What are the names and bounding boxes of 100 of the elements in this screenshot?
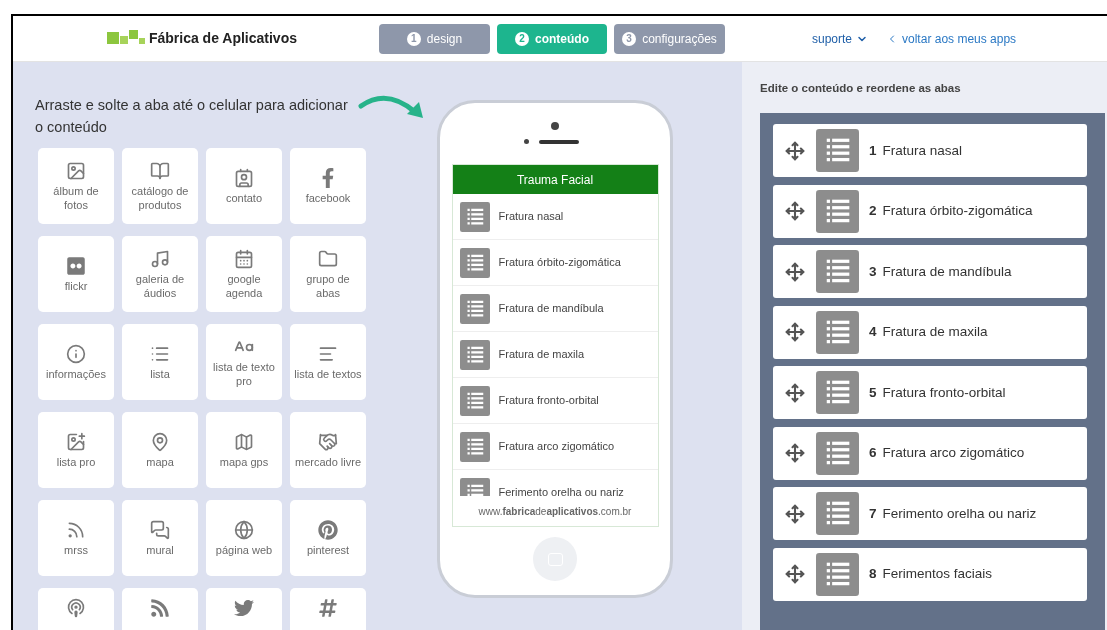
list-icon [459, 339, 490, 370]
podcast-icon [66, 598, 86, 618]
drag-handle-icon[interactable] [785, 382, 805, 403]
drag-handle-icon[interactable] [785, 261, 805, 282]
tab-number: 3 [869, 262, 877, 281]
tab-type-tile[interactable]: mapa gps [206, 412, 282, 488]
list-icon [459, 293, 490, 324]
drag-handle-icon[interactable] [785, 503, 805, 524]
tab-type-tile[interactable]: lista de texto pro [206, 324, 282, 400]
support-dropdown[interactable]: suporte [812, 29, 869, 48]
editor-title: Edite o conteúdo e reordene as abas [760, 81, 962, 96]
tab-title: Fratura de mandíbula [882, 262, 1012, 281]
tab-type-tile[interactable]: catálogo de produtos [122, 148, 198, 224]
tab-row[interactable]: 6 Fratura arco zigomático [773, 426, 1087, 480]
handshake-icon [318, 431, 338, 452]
tab-row[interactable]: 4 Fratura de maxila [773, 305, 1087, 359]
list-icon [816, 129, 859, 173]
tab-type-tile[interactable]: flickr [38, 236, 114, 312]
map-icon [234, 431, 254, 452]
map-pin-icon [150, 431, 170, 452]
tab-type-tile[interactable]: lista [122, 324, 198, 400]
screen-list-item[interactable]: Fratura nasal [452, 194, 658, 240]
list-icon [816, 371, 859, 415]
speaker-slot [538, 139, 579, 144]
list-icon [459, 431, 490, 462]
screen-list-item[interactable]: Fratura fronto-orbital [452, 378, 658, 424]
instructions-text: Arraste e solte a aba até o celular para adicionar o conteúdo [35, 96, 349, 137]
tab-type-tile[interactable]: pinterest [290, 500, 366, 576]
flickr-icon [66, 255, 86, 276]
tab-title: Fratura fronto-orbital [882, 383, 1006, 402]
tab-title: Ferimento orelha ou nariz [882, 504, 1037, 523]
tab-type-tile[interactable]: google agenda [206, 236, 282, 312]
tab-type-tile[interactable]: lista pro [38, 412, 114, 488]
hashtag-icon [318, 598, 338, 618]
list-icon [459, 247, 490, 278]
tab-number: 7 [869, 504, 877, 523]
tab-title: Fratura de maxila [882, 323, 988, 342]
footer-url: www.fabricadeaplicativos.com.br [477, 504, 633, 519]
tab-number: 8 [869, 565, 877, 584]
list-icon [459, 385, 490, 416]
screen-list-item[interactable]: Fratura arco zigomático [452, 424, 658, 470]
tab-row[interactable]: 5 Fratura fronto-orbital [773, 366, 1087, 420]
screen-list-item[interactable]: Fratura de maxila [452, 332, 658, 378]
calendar-icon [234, 248, 254, 269]
list-icon [816, 552, 859, 596]
tab-title: Fratura arco zigomático [882, 444, 1025, 463]
tab-number: 5 [869, 383, 877, 402]
tab-type-tile[interactable]: galeria de áudios [122, 236, 198, 312]
folder-icon [318, 248, 338, 269]
chat-icon [150, 519, 170, 540]
list-icon [816, 431, 859, 475]
list-icon [816, 189, 859, 233]
brand-name: Fábrica de Aplicativos [148, 29, 297, 48]
info-icon [66, 343, 86, 364]
tab-number: 6 [869, 444, 877, 463]
drag-handle-icon[interactable] [785, 201, 805, 222]
tab-type-tile[interactable]: mercado livre [290, 412, 366, 488]
screen-list-item[interactable]: Fratura órbito-zigomática [452, 240, 658, 286]
tab-title: Ferimentos faciais [882, 565, 993, 584]
tab-type-tile[interactable]: informações [38, 324, 114, 400]
tab-type-tile[interactable]: facebook [290, 148, 366, 224]
screen-list-item[interactable]: Fratura de mandíbula [452, 286, 658, 332]
tab-type-tile[interactable]: mural [122, 500, 198, 576]
tab-row[interactable]: 7 Ferimento orelha ou nariz [773, 487, 1087, 541]
tab-number: 1 [869, 141, 877, 160]
list-icon [816, 310, 859, 354]
tab-row[interactable]: 3 Fratura de mandíbula [773, 245, 1087, 299]
tab-row[interactable]: 8 Ferimentos faciais [773, 547, 1087, 601]
tab-row[interactable]: 2 Fratura órbito-zigomática [773, 184, 1087, 238]
screen-title-bar: Trauma Facial [452, 165, 658, 194]
tab-title: Fratura órbito-zigomática [882, 202, 1033, 221]
pinterest-icon [318, 519, 338, 540]
drag-handle-icon[interactable] [785, 322, 805, 343]
drag-handle-icon[interactable] [785, 443, 805, 464]
tab-type-tile[interactable]: grupo de abas [290, 236, 366, 312]
tab-type-tile[interactable]: contato [206, 148, 282, 224]
list-icon [816, 250, 859, 294]
contact-card-icon [234, 167, 254, 188]
tab-type-tile[interactable]: álbum de fotos [38, 148, 114, 224]
back-link[interactable]: voltar aos meus apps [886, 29, 1017, 48]
screen-list-item[interactable]: Ferimento orelha ou nariz [452, 470, 658, 496]
globe-icon [234, 519, 254, 540]
rss-icon [150, 598, 170, 618]
tab-number: 2 [869, 202, 877, 221]
tab-type-tile[interactable]: lista de textos [290, 324, 366, 400]
bird-icon [234, 598, 254, 618]
list-icon [816, 492, 859, 536]
tab-number: 4 [869, 323, 877, 342]
tab-title: Fratura nasal [882, 141, 963, 160]
tab-type-tile[interactable]: mapa [122, 412, 198, 488]
list-icon [459, 201, 490, 232]
music-note-icon [150, 248, 170, 269]
drag-handle-icon[interactable] [785, 564, 805, 585]
picture-icon [66, 160, 86, 181]
image-list-icon [66, 431, 86, 452]
drag-handle-icon[interactable] [785, 140, 805, 161]
tab-type-tile[interactable]: página web [206, 500, 282, 576]
book-icon [150, 160, 170, 181]
tab-type-tile[interactable]: mrss [38, 500, 114, 576]
tab-row[interactable]: 1 Fratura nasal [773, 124, 1087, 178]
